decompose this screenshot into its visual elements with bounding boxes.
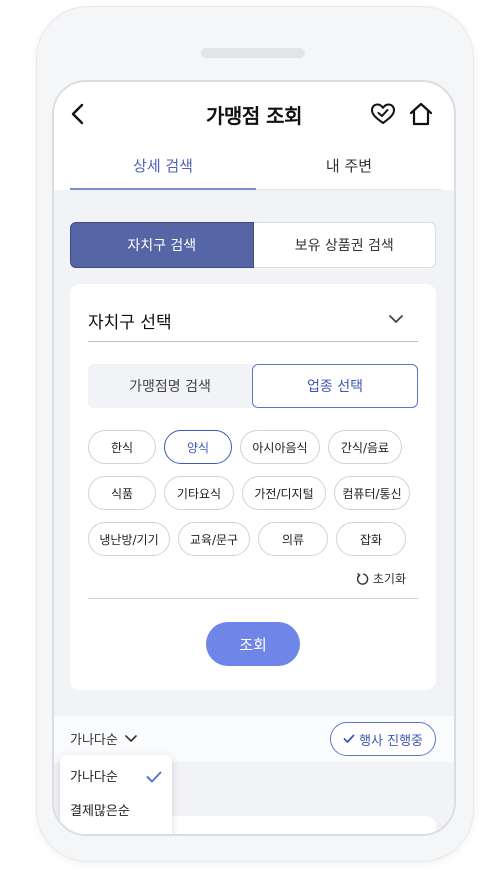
sort-option-label: 가나다순 xyxy=(70,770,118,785)
district-search-button[interactable]: 자치구 검색 xyxy=(70,222,254,268)
chevron-down-icon xyxy=(125,735,137,742)
category-chip[interactable]: 한식 xyxy=(88,430,156,464)
event-filter-button[interactable]: 행사 진행중 xyxy=(330,722,436,756)
heart-icon xyxy=(371,103,395,124)
category-chip[interactable]: 가전/디지털 xyxy=(242,476,326,510)
sort-dropdown[interactable]: 가나다순 xyxy=(70,729,138,748)
category-chip[interactable]: 잡화 xyxy=(336,522,406,556)
sort-menu: 가나다순 결제많은순 xyxy=(60,755,172,834)
sort-option-alphabetical[interactable]: 가나다순 xyxy=(60,761,172,795)
category-chip[interactable]: 아시아음식 xyxy=(240,430,320,464)
category-chip[interactable]: 컴퓨터/통신 xyxy=(334,476,410,510)
category-select-button[interactable]: 업종 선택 xyxy=(252,364,418,408)
category-chip[interactable]: 기타요식 xyxy=(164,476,234,510)
category-chip[interactable]: 간식/음료 xyxy=(328,430,402,464)
sort-option-most-payments[interactable]: 결제많은순 xyxy=(60,795,172,829)
district-select-label: 자치구 선택 xyxy=(88,313,172,333)
divider xyxy=(88,598,418,599)
reset-icon xyxy=(356,572,369,585)
voucher-search-button[interactable]: 보유 상품권 검색 xyxy=(253,222,436,268)
header: 가맹점 조회 xyxy=(54,82,454,146)
content-area: 자치구 검색 보유 상품권 검색 자치구 선택 가맹점명 검색 업종 선택 한식… xyxy=(54,190,454,834)
district-select[interactable]: 자치구 선택 xyxy=(88,300,418,342)
home-button[interactable] xyxy=(408,101,434,127)
category-chips: 한식 양식 아시아음식 간식/음료 식품 기타요식 가전/디지털 컴퓨터/통신 … xyxy=(88,430,418,568)
filter-mode-toggle: 가맹점명 검색 업종 선택 xyxy=(88,364,418,408)
favorites-button[interactable] xyxy=(370,102,396,126)
sort-option-label: 결제많은순 xyxy=(70,804,130,819)
device-speaker xyxy=(201,48,305,58)
category-chip[interactable]: 의류 xyxy=(258,522,328,556)
tab-detail-search[interactable]: 상세 검색 xyxy=(70,146,256,190)
chevron-down-icon xyxy=(389,315,403,323)
category-chip[interactable]: 식품 xyxy=(88,476,156,510)
category-chip[interactable]: 냉난방/기기 xyxy=(88,522,170,556)
check-icon xyxy=(146,771,162,783)
filter-card: 자치구 선택 가맹점명 검색 업종 선택 한식 양식 아시아음식 간식/음료 식… xyxy=(70,284,436,690)
category-chip[interactable]: 교육/문구 xyxy=(178,522,250,556)
search-button[interactable]: 조회 xyxy=(206,622,300,666)
app-screen: 가맹점 조회 상세 검색 내 주변 자치구 검색 보유 상품권 검색 자치구 선… xyxy=(52,80,456,836)
category-chip-selected[interactable]: 양식 xyxy=(164,430,232,464)
sort-current: 가나다순 xyxy=(70,733,118,748)
reset-button[interactable]: 초기화 xyxy=(355,570,406,587)
event-filter-label: 행사 진행중 xyxy=(359,733,423,749)
home-icon xyxy=(409,102,433,126)
search-mode-toggle: 자치구 검색 보유 상품권 검색 xyxy=(70,222,436,268)
tab-nearby[interactable]: 내 주변 xyxy=(256,146,442,189)
reset-label: 초기화 xyxy=(372,572,406,586)
check-icon xyxy=(343,734,355,743)
search-tabs: 상세 검색 내 주변 xyxy=(70,146,442,190)
store-name-search-button[interactable]: 가맹점명 검색 xyxy=(88,364,252,408)
